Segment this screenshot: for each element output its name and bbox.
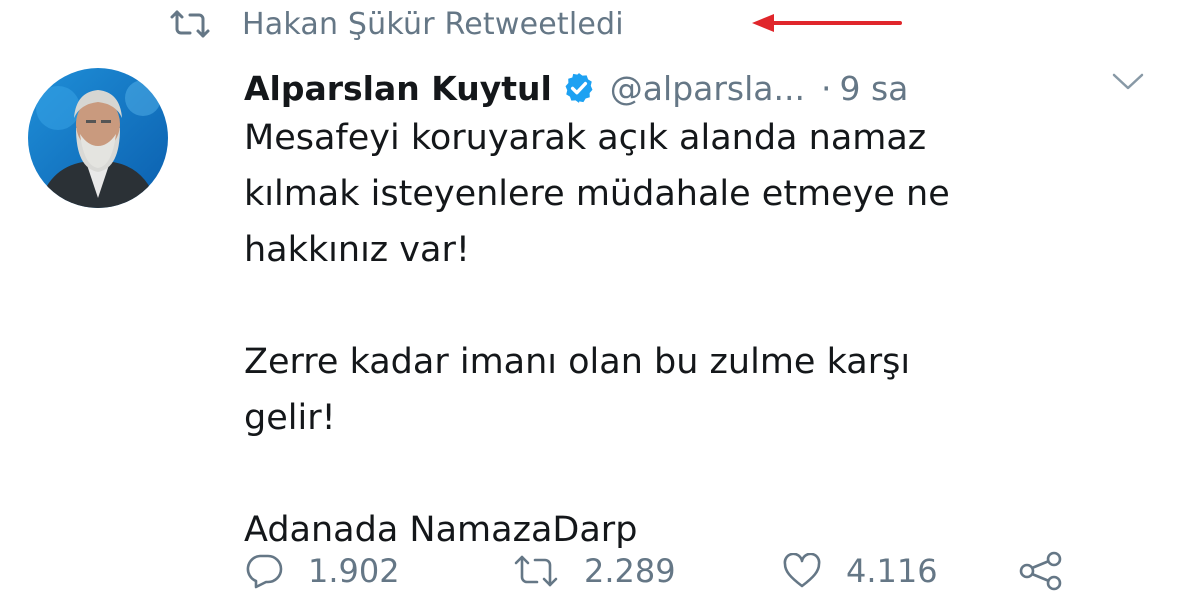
tweet-text-line: hakkınız var! bbox=[244, 230, 470, 270]
tweet-actions: 1.902 2.289 4.116 bbox=[244, 548, 1094, 594]
reply-icon bbox=[246, 554, 283, 589]
retweet-icon bbox=[514, 555, 558, 587]
header-separator: · bbox=[820, 68, 832, 108]
verified-badge-icon bbox=[565, 73, 593, 103]
share-icon bbox=[1019, 551, 1062, 591]
chevron-down-icon[interactable] bbox=[1108, 66, 1148, 96]
tweet-text-line: Mesafeyi koruyarak açık alanda namaz bbox=[244, 118, 927, 158]
retweet-context-label: Hakan Şükür Retweetledi bbox=[242, 6, 624, 42]
tweet-timestamp[interactable]: 9 sa bbox=[839, 69, 908, 108]
display-name[interactable]: Alparslan Kuytul bbox=[244, 69, 552, 108]
tweet-header: Alparslan Kuytul @alparsla... · 9 sa bbox=[244, 60, 1160, 116]
retweet-button[interactable]: 2.289 bbox=[512, 552, 752, 590]
tweet-card: Hakan Şükür Retweetledi Alparslan Kuytul… bbox=[0, 0, 1200, 600]
tweet-text-line: gelir! bbox=[244, 398, 336, 438]
reply-button[interactable]: 1.902 bbox=[244, 552, 482, 590]
retweet-context[interactable]: Hakan Şükür Retweetledi bbox=[168, 2, 624, 46]
retweet-icon bbox=[168, 6, 212, 42]
tweet-text-line: kılmak isteyenlere müdahale etmeye ne bbox=[244, 174, 950, 214]
red-arrow-annotation bbox=[752, 14, 902, 32]
tweet-text: Mesafeyi koruyarak açık alanda namaz kıl… bbox=[244, 110, 1164, 558]
share-button[interactable] bbox=[1018, 551, 1064, 591]
avatar[interactable] bbox=[28, 68, 168, 208]
tweet-paragraph: Zerre kadar imanı olan bu zulme karşı ge… bbox=[244, 334, 1164, 446]
like-count: 4.116 bbox=[846, 552, 938, 590]
retweet-count: 2.289 bbox=[584, 552, 676, 590]
like-button[interactable]: 4.116 bbox=[782, 552, 988, 590]
like-icon bbox=[783, 553, 821, 588]
tweet-paragraph: Mesafeyi koruyarak açık alanda namaz kıl… bbox=[244, 110, 1164, 278]
user-handle[interactable]: @alparsla... bbox=[610, 69, 805, 108]
avatar-image bbox=[28, 68, 168, 208]
reply-count: 1.902 bbox=[308, 552, 400, 590]
tweet-text-line: Zerre kadar imanı olan bu zulme karşı bbox=[244, 342, 911, 382]
